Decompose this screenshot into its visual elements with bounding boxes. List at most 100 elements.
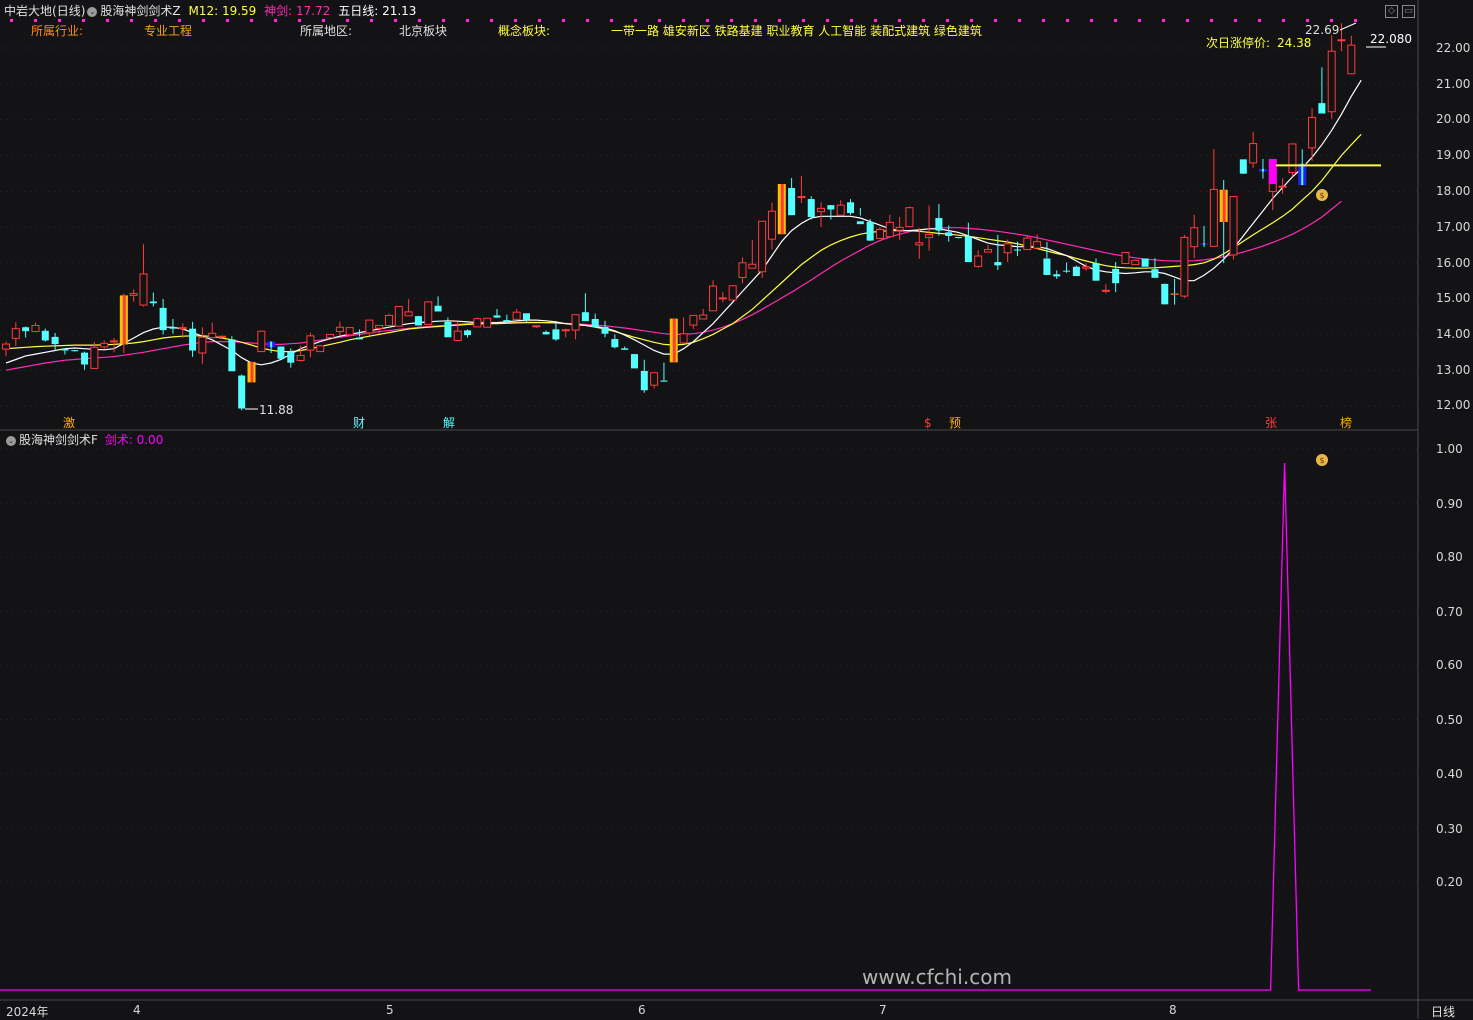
candle-body xyxy=(1141,258,1149,267)
candle-body xyxy=(1239,159,1247,174)
m12-label: M12: xyxy=(188,4,219,18)
candle-body xyxy=(915,242,924,246)
header-dot xyxy=(802,19,805,22)
candle-body xyxy=(817,207,826,213)
header-dot xyxy=(1066,19,1069,22)
header-dot xyxy=(562,19,565,22)
header-dot xyxy=(514,19,517,22)
candle-body xyxy=(61,348,69,351)
candle-body xyxy=(807,199,815,217)
candle-body xyxy=(1053,274,1061,277)
period-button[interactable]: 日线 xyxy=(1431,1003,1455,1020)
signal-zhang: 张 xyxy=(1265,416,1278,430)
candle-body xyxy=(611,339,619,348)
signal-cai: 财 xyxy=(353,416,366,430)
candle-body xyxy=(866,221,874,241)
candle-body xyxy=(640,370,648,391)
candle-body xyxy=(660,380,668,382)
candle-body xyxy=(532,325,541,328)
main-ytick: 17.00 xyxy=(1436,220,1471,234)
header-dot xyxy=(682,19,685,22)
candle-body xyxy=(198,336,207,354)
indicator-menu-icon[interactable]: ⌄ xyxy=(87,6,98,17)
wuri-label: 五日线: xyxy=(338,4,379,18)
chart-canvas: $$ xyxy=(0,0,1473,1019)
candle-body xyxy=(90,346,99,369)
xtick-month: 6 xyxy=(638,1003,646,1017)
candle-body xyxy=(277,346,285,359)
candle-body xyxy=(738,262,747,278)
high-price-marker: 22.69 xyxy=(1305,23,1340,37)
sub-chart-header: ⌄ 股海神剑剑术F 剑术: 0.00 xyxy=(4,432,163,448)
jianshu-label: 剑术: xyxy=(104,433,133,447)
diamond-icon[interactable]: ◇ xyxy=(1385,5,1398,18)
header-dot xyxy=(274,19,277,22)
candle-body xyxy=(208,332,217,339)
watermark: www.cfchi.com xyxy=(862,965,1012,989)
candle-body xyxy=(1288,143,1297,174)
header-dot xyxy=(994,19,997,22)
sub-indicator-name: 股海神剑剑术F xyxy=(19,433,98,447)
xtick-year: 2024年 xyxy=(6,1005,49,1019)
sub-ytick: 0.50 xyxy=(1436,713,1463,727)
candle-body xyxy=(748,263,757,269)
header-dot xyxy=(922,19,925,22)
main-ytick: 16.00 xyxy=(1436,256,1471,270)
candle-body xyxy=(875,229,884,239)
minimize-icon[interactable]: ▭ xyxy=(1402,5,1415,18)
header-dot xyxy=(874,19,877,22)
candle-body xyxy=(1180,236,1189,297)
candle-body xyxy=(129,293,138,296)
candle-body xyxy=(1092,263,1100,281)
candle-body xyxy=(1318,103,1326,114)
candle-body xyxy=(71,350,79,352)
candle-body xyxy=(728,285,737,301)
signal-bang: 榜 xyxy=(1340,416,1353,430)
jianshu-value: 0.00 xyxy=(136,433,164,447)
header-dot xyxy=(370,19,373,22)
candle-body-stripe xyxy=(1203,243,1206,245)
candle-body xyxy=(444,321,452,338)
svg-text:$: $ xyxy=(1319,456,1324,465)
sub-indicator-menu-icon[interactable]: ⌄ xyxy=(6,435,16,446)
candle-body xyxy=(493,315,501,318)
shenjian-label: 神剑: xyxy=(264,4,293,18)
xtick-month: 4 xyxy=(133,1003,141,1017)
candle-body xyxy=(189,328,197,351)
candle-body xyxy=(1209,188,1218,247)
candle-body xyxy=(1308,116,1317,149)
candle-body xyxy=(885,221,894,238)
candle-body xyxy=(81,352,89,365)
candle-body xyxy=(473,318,482,328)
candle-body xyxy=(709,285,718,312)
candle-body xyxy=(394,305,403,327)
region-label: 所属地区: xyxy=(300,24,353,38)
candle-body xyxy=(306,335,315,351)
candle-body xyxy=(1337,39,1346,42)
header-dot xyxy=(154,19,157,22)
xtick-month: 5 xyxy=(386,1003,394,1017)
header-dot xyxy=(658,19,661,22)
candle-body xyxy=(945,232,953,236)
candle-body xyxy=(650,372,659,386)
main-ytick: 22.00 xyxy=(1436,41,1471,55)
candle-body xyxy=(316,345,325,353)
header-dot xyxy=(298,19,301,22)
header-dot xyxy=(250,19,253,22)
candle-body xyxy=(375,324,384,329)
candle-body xyxy=(22,327,30,332)
sub-ytick: 0.30 xyxy=(1436,822,1463,836)
candle-body xyxy=(1112,268,1120,284)
candle-body xyxy=(984,249,992,253)
candle-body xyxy=(296,355,305,362)
header-dot xyxy=(178,19,181,22)
candle-body xyxy=(994,262,1002,266)
header-dot xyxy=(202,19,205,22)
stock-name: 中岩大地 xyxy=(4,4,53,18)
candle-body xyxy=(365,319,374,334)
industry-label: 所属行业: xyxy=(31,24,84,38)
candle-body xyxy=(110,340,119,343)
candle-body xyxy=(601,326,609,334)
signal-ji: 激 xyxy=(63,416,76,430)
header-dot xyxy=(34,19,37,22)
